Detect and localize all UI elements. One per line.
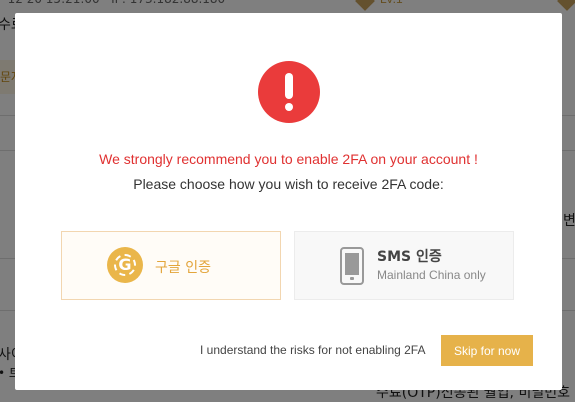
sms-auth-subtitle: Mainland China only (377, 268, 486, 282)
sms-auth-option[interactable]: SMS 인증 Mainland China only (294, 231, 514, 300)
exclamation-alert-icon (258, 61, 320, 123)
warning-message: We strongly recommend you to enable 2FA … (99, 151, 478, 167)
mobile-phone-icon (340, 247, 364, 285)
google-auth-option[interactable]: G 구글 인증 (61, 231, 281, 300)
risk-acknowledgement-text: I understand the risks for not enabling … (200, 343, 426, 357)
sms-auth-title: SMS 인증 (377, 249, 442, 265)
2fa-recommendation-modal: We strongly recommend you to enable 2FA … (15, 13, 562, 390)
google-authenticator-icon: G (107, 247, 143, 283)
google-auth-label: 구글 인증 (155, 260, 211, 276)
skip-for-now-button[interactable]: Skip for now (441, 335, 533, 366)
instruction-message: Please choose how you wish to receive 2F… (133, 176, 444, 192)
